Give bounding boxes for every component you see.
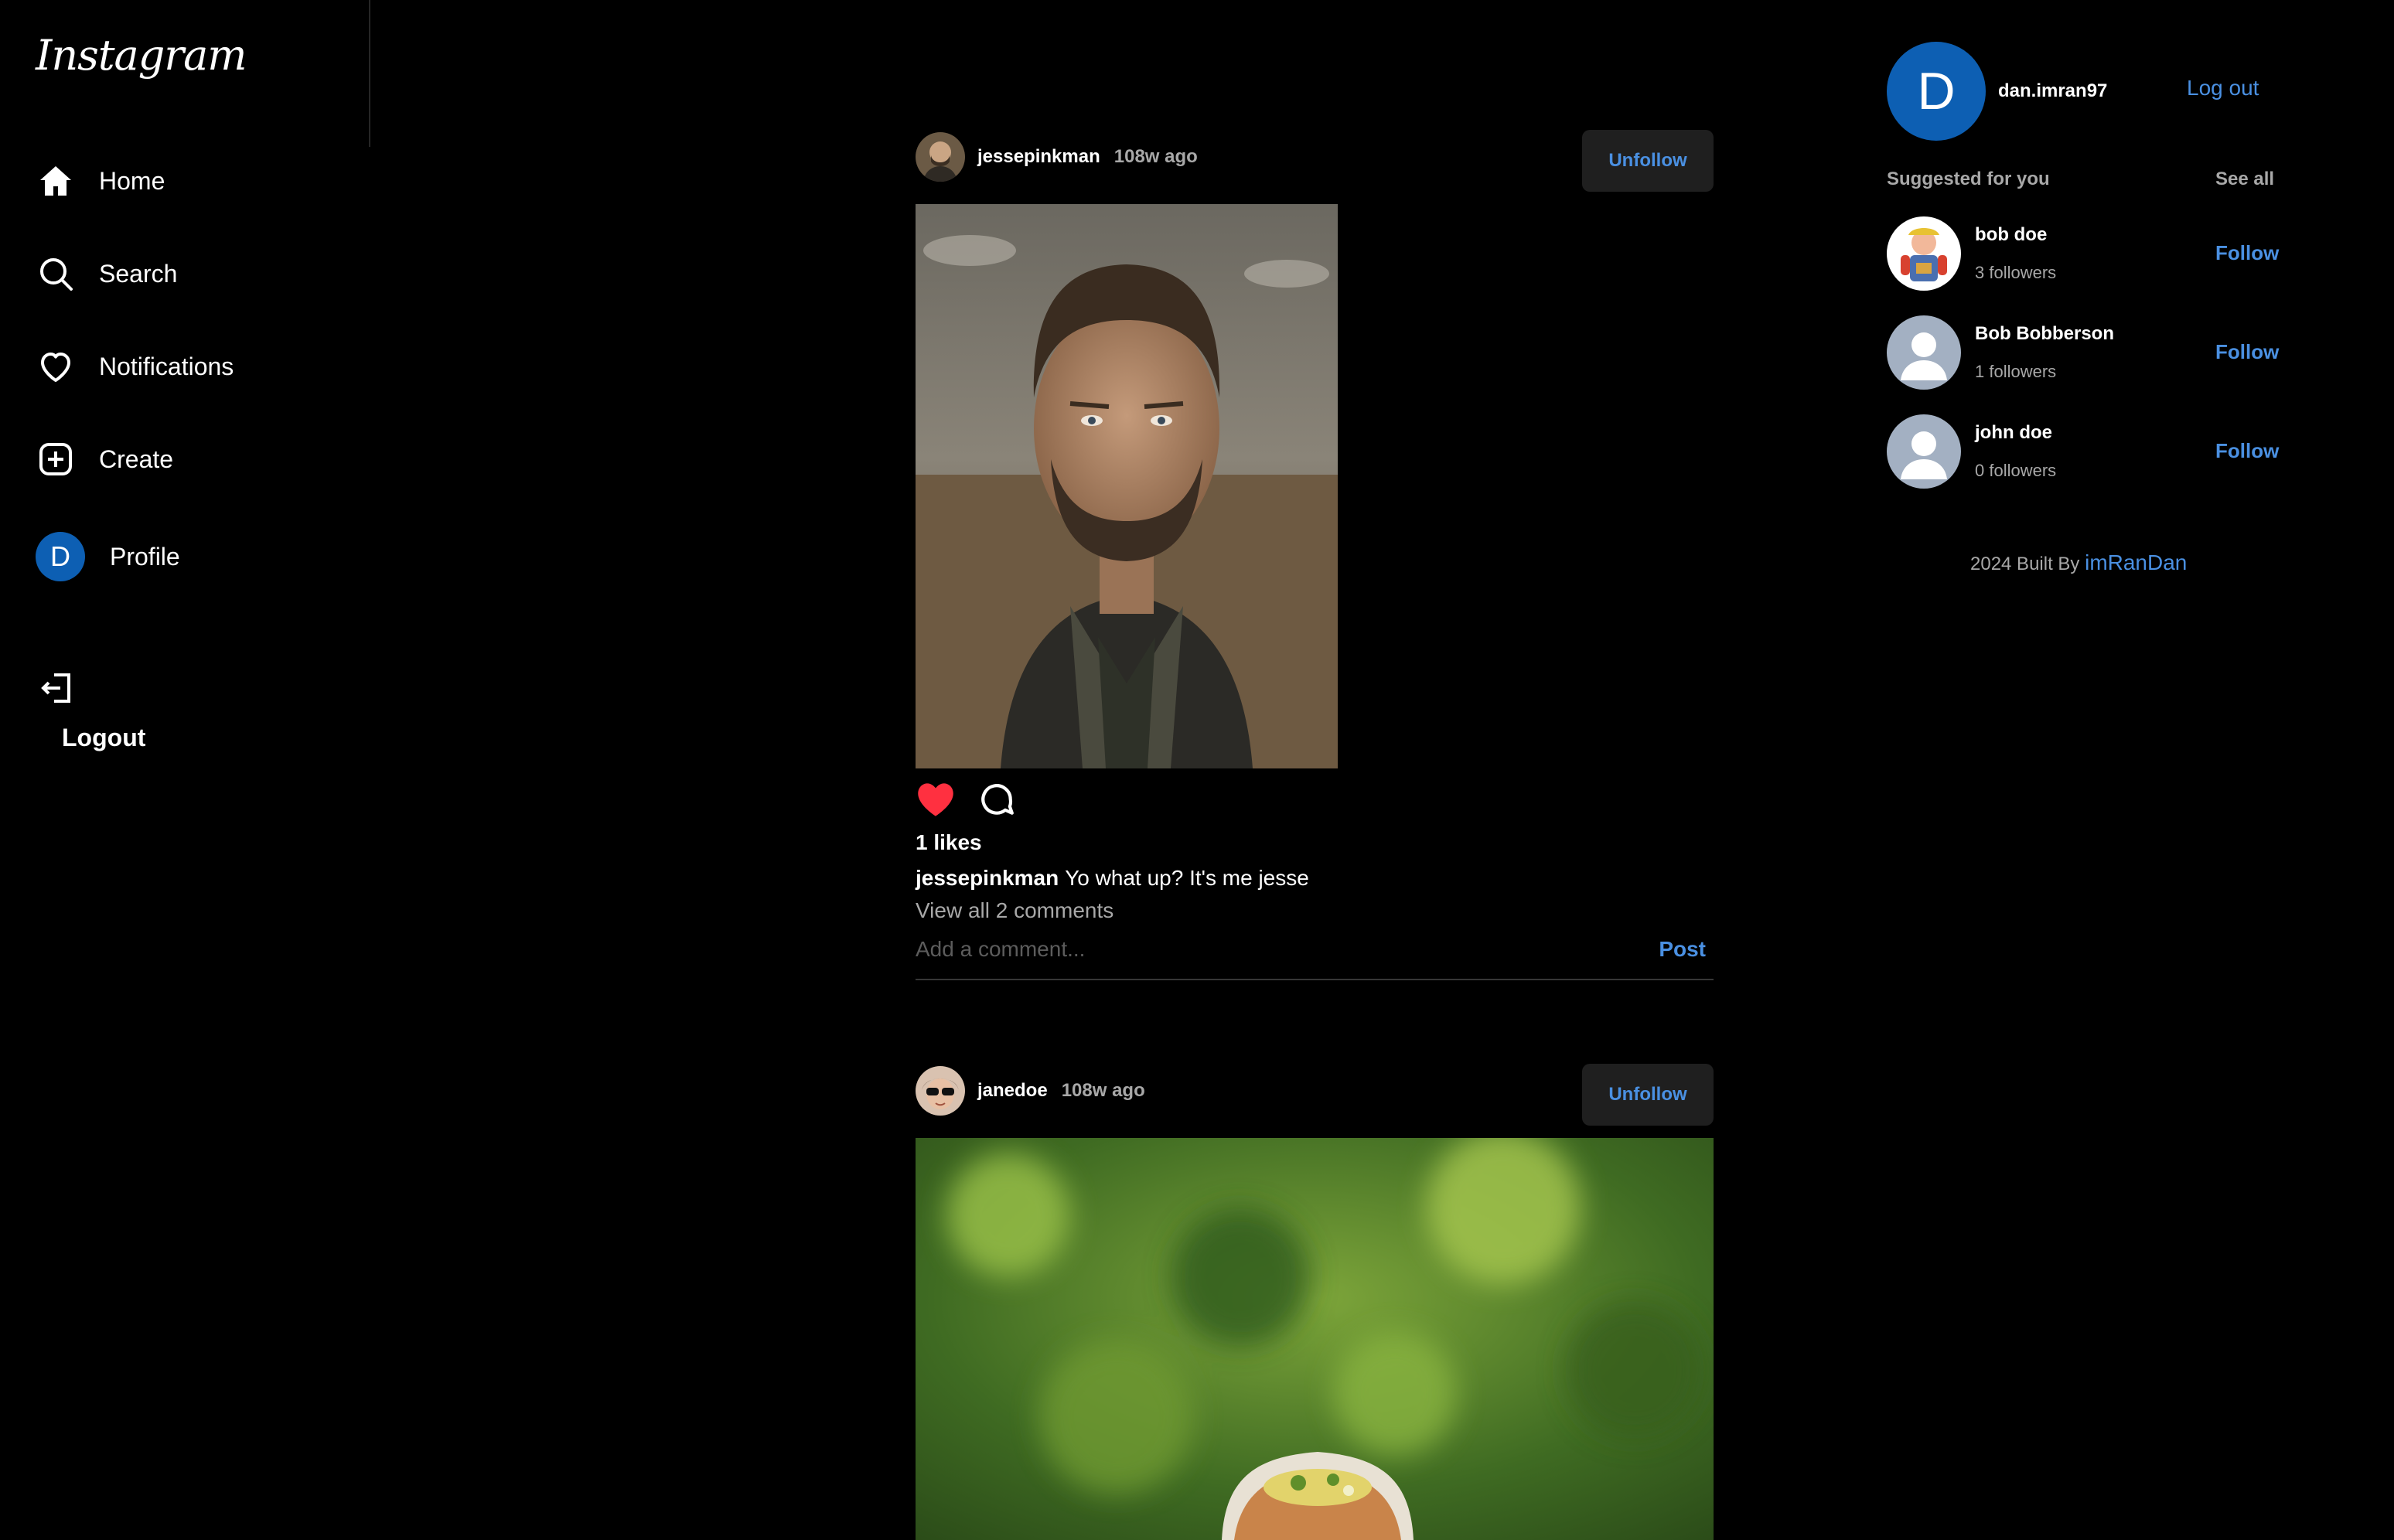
nav-create-label: Create — [99, 445, 174, 473]
follow-button[interactable]: Follow — [2215, 439, 2279, 463]
nav-home[interactable]: Home — [36, 158, 165, 204]
post-caption: jessepinkman Yo what up? It's me jesse — [916, 866, 1714, 891]
suggestion-avatar[interactable] — [1887, 414, 1961, 489]
heart-icon — [918, 783, 953, 816]
nav-home-label: Home — [99, 166, 165, 195]
nav-notifications[interactable]: Notifications — [36, 343, 234, 390]
suggestion-avatar[interactable] — [1887, 216, 1961, 291]
avatar: D — [36, 532, 85, 581]
search-icon — [36, 254, 76, 294]
footer-text: 2024 Built By — [1970, 554, 2080, 574]
home-icon — [36, 161, 76, 201]
nav-search-label: Search — [99, 259, 178, 288]
post-timestamp: 108w ago — [1061, 1080, 1145, 1101]
view-comments-link[interactable]: View all 2 comments — [916, 898, 1714, 923]
logout-button[interactable]: Logout — [39, 669, 145, 751]
post-username[interactable]: janedoe — [977, 1080, 1048, 1102]
comment-form: Post — [916, 937, 1714, 980]
nav-profile[interactable]: D Profile — [36, 532, 180, 581]
sidebar: Instagram Home Search Notifications Crea… — [0, 0, 370, 1518]
suggestion-name[interactable]: john doe — [1975, 422, 2056, 444]
suggestion-name[interactable]: Bob Bobberson — [1975, 323, 2114, 345]
post-card: jessepinkman 108w ago Unfollow 1 likes j… — [916, 130, 1714, 980]
nav-search[interactable]: Search — [36, 250, 177, 297]
comment-icon — [981, 784, 1014, 815]
post-image[interactable] — [916, 1138, 1714, 1540]
nav-notifications-label: Notifications — [99, 352, 234, 380]
post-image[interactable] — [916, 204, 1338, 768]
suggestion-followers: 0 followers — [1975, 461, 2057, 480]
likes-count: 1 likes — [916, 830, 982, 854]
footer: 2024 Built By imRanDan — [1970, 550, 2187, 575]
plus-square-icon — [36, 439, 76, 479]
avatar[interactable]: D — [1887, 42, 1986, 141]
post-username[interactable]: jessepinkman — [977, 146, 1100, 168]
nav-profile-label: Profile — [110, 542, 180, 571]
current-user: D dan.imran97 — [1887, 42, 2107, 141]
nav-create[interactable]: Create — [36, 436, 173, 482]
comment-button[interactable] — [977, 780, 1016, 819]
post-timestamp: 108w ago — [1113, 146, 1198, 167]
sidebar-divider — [369, 0, 370, 147]
post-card: janedoe 108w ago Unfollow — [916, 1064, 1714, 1540]
post-header: jessepinkman 108w ago Unfollow — [916, 130, 1714, 192]
heart-icon — [36, 346, 76, 387]
post-comment-button[interactable]: Post — [1651, 937, 1714, 962]
current-username[interactable]: dan.imran97 — [1998, 80, 2107, 102]
follow-button[interactable]: Follow — [2215, 241, 2279, 265]
suggestion-item: Bob Bobberson 1 followers Follow — [1887, 315, 2289, 390]
logout-label: Logout — [62, 724, 146, 751]
caption-username[interactable]: jessepinkman — [916, 866, 1059, 890]
comment-input[interactable] — [916, 937, 1652, 962]
see-all-link[interactable]: See all — [2215, 169, 2274, 190]
suggestion-avatar[interactable] — [1887, 315, 1961, 390]
post-actions — [916, 779, 1714, 819]
unfollow-button[interactable]: Unfollow — [1582, 1064, 1714, 1126]
instagram-logo[interactable]: Instagram — [36, 31, 247, 80]
like-button[interactable] — [916, 781, 956, 818]
suggestion-item: bob doe 3 followers Follow — [1887, 216, 2289, 291]
logout-link[interactable]: Log out — [2187, 76, 2259, 101]
follow-button[interactable]: Follow — [2215, 340, 2279, 364]
suggestion-name[interactable]: bob doe — [1975, 224, 2056, 246]
unfollow-button[interactable]: Unfollow — [1582, 130, 1714, 192]
post-author-avatar[interactable] — [916, 132, 965, 182]
logout-icon — [39, 673, 76, 710]
suggestion-followers: 3 followers — [1975, 263, 2057, 282]
post-author-avatar[interactable] — [916, 1066, 965, 1116]
footer-author-link[interactable]: imRanDan — [2085, 550, 2187, 574]
suggestion-followers: 1 followers — [1975, 362, 2057, 381]
caption-text: Yo what up? It's me jesse — [1065, 866, 1309, 890]
post-header: janedoe 108w ago Unfollow — [916, 1064, 1714, 1126]
suggested-title: Suggested for you — [1887, 169, 2050, 189]
suggestion-item: john doe 0 followers Follow — [1887, 414, 2289, 489]
